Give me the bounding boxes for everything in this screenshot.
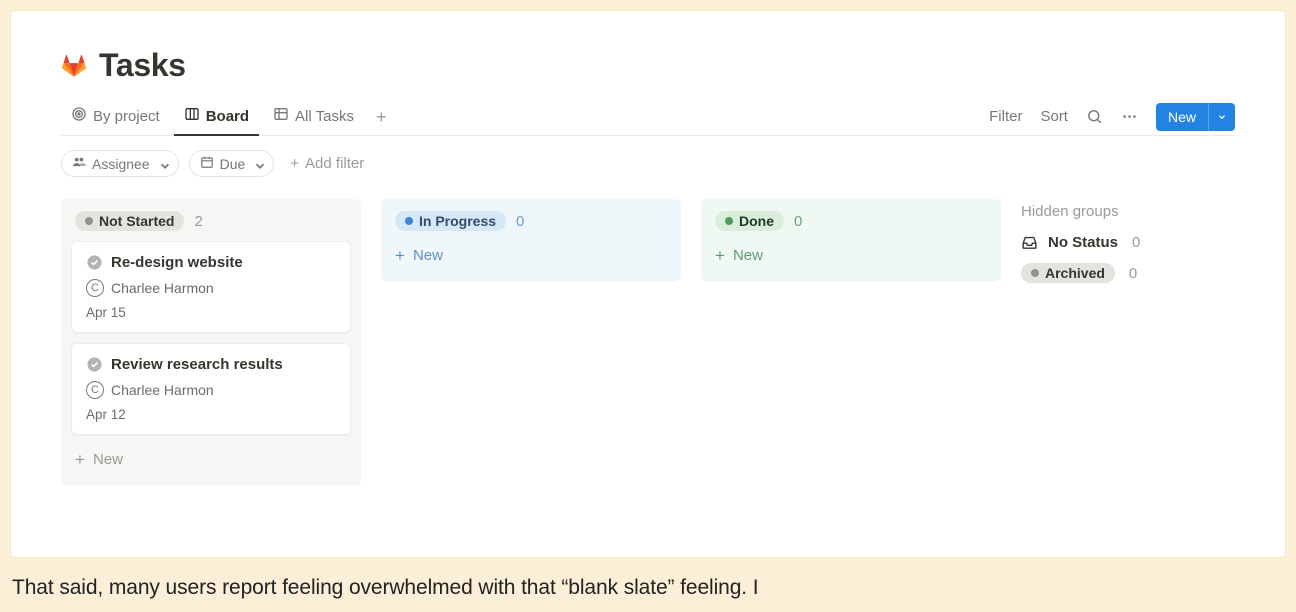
column-in-progress: In Progress 0 + New (381, 199, 681, 282)
tab-by-project[interactable]: By project (61, 98, 170, 136)
app-frame: Tasks By project Board All Tasks (10, 10, 1286, 558)
column-header: In Progress 0 (391, 207, 671, 241)
column-count: 2 (194, 213, 202, 230)
card-title: Re-design website (111, 254, 243, 271)
card-date: Apr 12 (86, 407, 336, 422)
plus-icon: + (395, 247, 405, 264)
avatar: C (86, 381, 104, 399)
card-title: Review research results (111, 356, 283, 373)
board-icon (184, 106, 200, 126)
status-chip-done[interactable]: Done (715, 211, 784, 231)
gitlab-icon (61, 53, 87, 79)
card[interactable]: Review research results C Charlee Harmon… (71, 343, 351, 435)
hidden-label: Archived (1045, 265, 1105, 281)
column-done: Done 0 + New (701, 199, 1001, 282)
assignee-name: Charlee Harmon (111, 382, 214, 398)
footer-text: That said, many users report feeling ove… (10, 576, 1286, 600)
filter-label: Due (220, 156, 246, 172)
new-button[interactable]: New (1156, 103, 1208, 131)
hidden-groups-title: Hidden groups (1021, 203, 1221, 220)
card-title-row: Re-design website (86, 254, 336, 271)
tab-label: All Tasks (295, 108, 354, 125)
hidden-count: 0 (1132, 234, 1140, 251)
calendar-icon (200, 155, 214, 172)
sort-button[interactable]: Sort (1040, 108, 1068, 125)
card[interactable]: Re-design website C Charlee Harmon Apr 1… (71, 241, 351, 333)
tabs-right: Filter Sort New (989, 103, 1235, 131)
people-icon (72, 155, 86, 172)
table-icon (273, 106, 289, 126)
column-new-button[interactable]: + New (391, 241, 671, 270)
status-chip-archived: Archived (1021, 263, 1115, 283)
board: Not Started 2 Re-design website C Charle… (61, 199, 1235, 486)
status-dot-icon (1031, 269, 1039, 277)
filter-due[interactable]: Due (189, 150, 275, 177)
tab-all-tasks[interactable]: All Tasks (263, 98, 364, 136)
column-new-button[interactable]: + New (711, 241, 991, 270)
card-assignee: C Charlee Harmon (86, 381, 336, 399)
tabs-left: By project Board All Tasks + (61, 98, 394, 135)
filter-label: Assignee (92, 156, 150, 172)
new-button-group: New (1156, 103, 1235, 131)
card-assignee: C Charlee Harmon (86, 279, 336, 297)
status-dot-icon (725, 217, 733, 225)
status-dot-icon (405, 217, 413, 225)
column-count: 0 (794, 213, 802, 230)
filter-button[interactable]: Filter (989, 108, 1022, 125)
new-button-chevron[interactable] (1208, 103, 1235, 131)
column-new-button[interactable]: + New (71, 445, 351, 474)
avatar: C (86, 279, 104, 297)
status-chip-not-started[interactable]: Not Started (75, 211, 184, 231)
column-header: Not Started 2 (71, 207, 351, 241)
check-circle-icon (86, 254, 103, 271)
tabs-row: By project Board All Tasks + Filter Sort (61, 98, 1235, 136)
page-header: Tasks (61, 47, 1235, 84)
new-label: New (413, 247, 443, 264)
status-label: Not Started (99, 213, 174, 229)
status-label: Done (739, 213, 774, 229)
hidden-label: No Status (1048, 234, 1118, 251)
filters-row: Assignee Due + Add filter (61, 150, 1235, 177)
inbox-icon (1021, 234, 1038, 251)
hidden-groups: Hidden groups No Status 0 Archived 0 (1021, 199, 1221, 295)
chevron-down-icon (158, 159, 168, 169)
tab-label: Board (206, 108, 249, 125)
tab-label: By project (93, 108, 160, 125)
plus-icon: + (75, 451, 85, 468)
plus-icon: + (290, 155, 299, 172)
plus-icon: + (715, 247, 725, 264)
hidden-archived[interactable]: Archived 0 (1021, 263, 1221, 283)
page-title: Tasks (99, 47, 186, 84)
chevron-down-icon (253, 159, 263, 169)
more-icon[interactable] (1121, 108, 1138, 125)
column-count: 0 (516, 213, 524, 230)
search-icon[interactable] (1086, 108, 1103, 125)
add-filter-label: Add filter (305, 155, 364, 172)
target-icon (71, 106, 87, 126)
check-circle-icon (86, 356, 103, 373)
card-date: Apr 15 (86, 305, 336, 320)
status-chip-in-progress[interactable]: In Progress (395, 211, 506, 231)
new-label: New (93, 451, 123, 468)
hidden-no-status[interactable]: No Status 0 (1021, 234, 1221, 251)
filter-assignee[interactable]: Assignee (61, 150, 179, 177)
status-dot-icon (85, 217, 93, 225)
column-not-started: Not Started 2 Re-design website C Charle… (61, 199, 361, 486)
status-label: In Progress (419, 213, 496, 229)
assignee-name: Charlee Harmon (111, 280, 214, 296)
card-title-row: Review research results (86, 356, 336, 373)
column-header: Done 0 (711, 207, 991, 241)
add-view-button[interactable]: + (368, 104, 395, 130)
add-filter-button[interactable]: + Add filter (284, 151, 370, 176)
tab-board[interactable]: Board (174, 98, 259, 136)
hidden-count: 0 (1129, 265, 1137, 282)
new-label: New (733, 247, 763, 264)
